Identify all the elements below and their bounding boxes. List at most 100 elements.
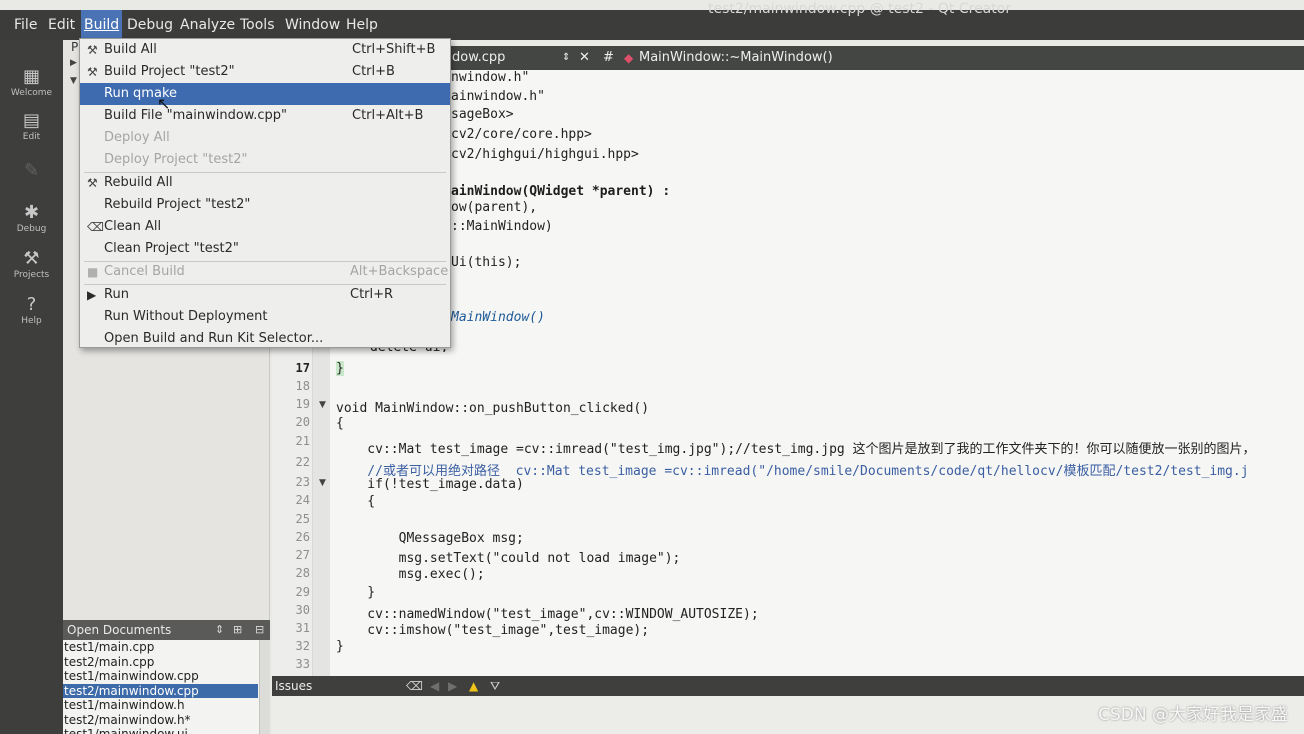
grid-icon: ▦ bbox=[22, 66, 40, 87]
code-line: { bbox=[336, 494, 376, 509]
menu-item-deploy-project[interactable]: Deploy Project "test2" bbox=[80, 149, 450, 171]
code-fragment: ainWindow(QWidget *parent) : bbox=[451, 184, 671, 199]
menu-tools[interactable]: Tools bbox=[240, 10, 275, 40]
build-menu: ⚒ Build All Ctrl+Shift+B ⚒ Build Project… bbox=[79, 38, 451, 348]
warning-icon[interactable]: ▲ bbox=[469, 676, 478, 696]
menu-item-deploy-all[interactable]: Deploy All bbox=[80, 127, 450, 149]
collapse-arrow-icon[interactable]: ▼ bbox=[70, 76, 77, 86]
menu-item-label: Build File "mainwindow.cpp" bbox=[104, 108, 288, 123]
list-item[interactable]: test2/mainwindow.h* bbox=[63, 713, 270, 728]
menu-item-run[interactable]: ▶ Run Ctrl+R bbox=[80, 284, 450, 306]
mode-welcome-label: Welcome bbox=[10, 88, 53, 98]
menu-item-build-project[interactable]: ⚒ Build Project "test2" Ctrl+B bbox=[80, 61, 450, 83]
list-item[interactable]: test1/mainwindow.h bbox=[63, 698, 270, 713]
menu-item-rebuild-project[interactable]: Rebuild Project "test2" bbox=[80, 194, 450, 216]
code-fragment: ainwindow.h" bbox=[451, 89, 545, 104]
line-number: 27 bbox=[295, 548, 310, 562]
menu-item-run-qmake[interactable]: Run qmake bbox=[80, 83, 450, 105]
menu-help[interactable]: Help bbox=[346, 10, 378, 40]
menu-item-label: Build All bbox=[104, 42, 157, 57]
code-fragment: cv2/core/core.hpp> bbox=[451, 127, 592, 142]
menu-item-shortcut: Ctrl+R bbox=[350, 287, 394, 302]
fold-arrow-icon[interactable]: ▼ bbox=[319, 400, 326, 410]
menu-item-label: Cancel Build bbox=[104, 264, 185, 279]
previous-icon[interactable]: ◀ bbox=[430, 676, 439, 696]
code-line: msg.setText("could not load image"); bbox=[336, 551, 681, 566]
hammer-icon: ⚒ bbox=[87, 43, 98, 57]
line-number: 29 bbox=[295, 585, 310, 599]
filter-icon[interactable]: ⛛ bbox=[490, 676, 500, 696]
clean-icon[interactable]: ⌫ bbox=[406, 676, 423, 696]
menu-item-clean-project[interactable]: Clean Project "test2" bbox=[80, 238, 450, 260]
next-icon[interactable]: ▶ bbox=[448, 676, 457, 696]
menu-item-kit-selector[interactable]: Open Build and Run Kit Selector... bbox=[80, 328, 450, 350]
line-number: 20 bbox=[295, 415, 310, 429]
menu-debug[interactable]: Debug bbox=[127, 10, 173, 40]
list-item-selected[interactable]: test2/mainwindow.cpp bbox=[63, 683, 258, 698]
mode-edit[interactable]: ▤ Edit bbox=[0, 110, 63, 142]
menu-item-label: Rebuild All bbox=[104, 175, 173, 190]
list-item[interactable]: test2/main.cpp bbox=[63, 655, 270, 670]
list-item[interactable]: test1/mainwindow.cpp bbox=[63, 669, 270, 684]
menu-file-label: File bbox=[14, 17, 38, 33]
menu-item-label: Clean All bbox=[104, 219, 162, 234]
mode-debug[interactable]: ✱ Debug bbox=[0, 202, 63, 234]
mode-help-label: Help bbox=[21, 316, 42, 326]
menu-window[interactable]: Window bbox=[285, 10, 340, 40]
menu-tools-label: Tools bbox=[240, 17, 275, 33]
menu-item-label: Clean Project "test2" bbox=[104, 241, 239, 256]
menu-edit[interactable]: Edit bbox=[48, 10, 75, 40]
hammer-icon: ⚒ bbox=[87, 65, 98, 79]
menu-build[interactable]: Build bbox=[81, 10, 123, 40]
list-item[interactable]: test1/mainwindow.ui bbox=[63, 727, 270, 734]
close-document-icon[interactable]: ✕ bbox=[579, 46, 590, 70]
mode-projects-label: Projects bbox=[13, 270, 50, 280]
menu-item-label: Deploy All bbox=[104, 130, 170, 145]
line-number: 31 bbox=[295, 621, 310, 635]
menu-item-label: Build Project "test2" bbox=[104, 64, 235, 79]
open-documents-header: Open Documents ⇕ ⊞ ⊟ bbox=[63, 620, 270, 640]
menu-file[interactable]: File bbox=[14, 10, 37, 40]
menu-item-build-all[interactable]: ⚒ Build All Ctrl+Shift+B bbox=[80, 39, 450, 61]
symbol-selector[interactable]: MainWindow::~MainWindow() bbox=[639, 46, 833, 70]
expand-arrow-icon[interactable]: ▶ bbox=[70, 58, 77, 68]
mode-design[interactable]: ✎ bbox=[0, 160, 63, 182]
menu-analyze[interactable]: Analyze bbox=[180, 10, 235, 40]
menu-build-label: Build bbox=[84, 17, 120, 33]
menu-bar: File Edit Build Debug Analyze Tools Wind… bbox=[0, 10, 1304, 40]
close-pane-icon[interactable]: ⊟ bbox=[255, 620, 264, 640]
bug-icon: ✱ bbox=[23, 202, 40, 223]
code-line: cv::imshow("test_image",test_image); bbox=[336, 623, 650, 638]
code-fragment: ow(parent), bbox=[451, 200, 538, 215]
menu-item-rebuild-all[interactable]: ⚒ Rebuild All bbox=[80, 172, 450, 194]
document-dropdown-icon[interactable]: ⇕ bbox=[562, 46, 570, 70]
menu-item-shortcut: Ctrl+Shift+B bbox=[352, 42, 436, 57]
sort-icon[interactable]: ⇕ bbox=[215, 620, 224, 640]
document-selector[interactable]: dow.cpp bbox=[452, 46, 505, 70]
menu-item-build-file[interactable]: Build File "mainwindow.cpp" Ctrl+Alt+B bbox=[80, 105, 450, 127]
help-icon: ? bbox=[26, 294, 37, 315]
play-icon: ▶ bbox=[87, 288, 97, 302]
split-icon[interactable]: ⊞ bbox=[233, 620, 242, 640]
open-documents-list: test1/main.cpp test2/main.cpp test1/main… bbox=[63, 640, 270, 734]
mode-projects[interactable]: ⚒ Projects bbox=[0, 248, 63, 280]
menu-item-cancel-build[interactable]: ■ Cancel Build Alt+Backspace bbox=[80, 261, 450, 283]
mode-help[interactable]: ? Help bbox=[0, 294, 63, 326]
code-line: } bbox=[336, 361, 344, 376]
line-number: 18 bbox=[295, 379, 310, 393]
fold-arrow-icon[interactable]: ▼ bbox=[319, 478, 326, 488]
menu-item-run-without-deployment[interactable]: Run Without Deployment bbox=[80, 306, 450, 328]
menu-item-clean-all[interactable]: ⌫ Clean All bbox=[80, 216, 450, 238]
mode-welcome[interactable]: ▦ Welcome bbox=[0, 66, 63, 98]
line-number: 28 bbox=[295, 566, 310, 580]
list-scrollbar[interactable] bbox=[259, 640, 270, 734]
menu-debug-label: Debug bbox=[127, 17, 174, 33]
wrench-icon: ⚒ bbox=[23, 248, 40, 269]
stop-icon: ■ bbox=[87, 265, 99, 279]
code-line: { bbox=[336, 416, 344, 431]
code-line: void MainWindow::on_pushButton_clicked() bbox=[336, 401, 650, 416]
issues-pane-header: Issues ⌫ ◀ ▶ ▲ ⛛ bbox=[272, 676, 1304, 696]
line-number: 23 bbox=[295, 475, 310, 489]
list-item[interactable]: test1/main.cpp bbox=[63, 640, 270, 655]
hash-label: # bbox=[603, 50, 614, 65]
